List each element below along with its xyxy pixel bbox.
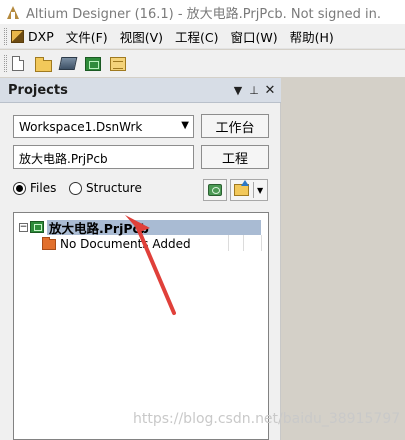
menu-file[interactable]: 文件(F) bbox=[60, 25, 114, 47]
panel-header: Projects ▼ ⊥ ✕ bbox=[0, 78, 281, 103]
dxp-icon bbox=[11, 29, 24, 43]
title-bar: Altium Designer (16.1) - 放大电路.PrjPcb. No… bbox=[0, 0, 405, 24]
watermark: https://blog.csdn.net/baidu_38915797 bbox=[133, 411, 401, 427]
library-icon bbox=[110, 56, 126, 71]
menu-bar: DXP 文件(F) 视图(V) 工程(C) 窗口(W) 帮助(H) bbox=[0, 24, 405, 49]
folder-icon bbox=[42, 236, 56, 250]
workbench-button[interactable]: 工作台 bbox=[201, 114, 269, 138]
close-icon[interactable]: ✕ bbox=[263, 83, 277, 98]
chip-icon bbox=[58, 57, 78, 70]
project-field[interactable]: 放大电路.PrjPcb bbox=[13, 145, 194, 169]
open-button[interactable] bbox=[32, 53, 54, 75]
menu-project[interactable]: 工程(C) bbox=[169, 25, 224, 47]
menu-window[interactable]: 窗口(W) bbox=[224, 25, 283, 47]
pcb-project-icon bbox=[30, 221, 44, 233]
library-button[interactable] bbox=[107, 53, 129, 75]
panel-title: Projects bbox=[8, 83, 68, 98]
menu-help[interactable]: 帮助(H) bbox=[284, 25, 340, 47]
project-options-button[interactable]: ▼ bbox=[230, 179, 268, 201]
chevron-down-icon[interactable]: ▼ bbox=[181, 120, 189, 131]
project-tree[interactable]: − 放大电路.PrjPcb No Documents Added bbox=[13, 212, 269, 440]
new-document-button[interactable] bbox=[7, 53, 29, 75]
toolbar bbox=[0, 50, 405, 77]
pcb-icon bbox=[85, 56, 101, 71]
tree-row-empty[interactable]: No Documents Added bbox=[42, 236, 191, 252]
menu-dxp[interactable]: DXP bbox=[7, 25, 60, 47]
open-folder-icon bbox=[34, 56, 52, 72]
radio-structure-dot[interactable] bbox=[69, 181, 82, 195]
tree-child-text: No Documents Added bbox=[60, 237, 191, 251]
window-title: Altium Designer (16.1) - 放大电路.PrjPcb. No… bbox=[26, 6, 382, 22]
project-button[interactable]: 工程 bbox=[201, 145, 269, 169]
pcb-button[interactable] bbox=[82, 53, 104, 75]
workspace-select[interactable]: Workspace1.DsnWrk ▼ bbox=[13, 115, 194, 138]
workspace-value: Workspace1.DsnWrk bbox=[19, 120, 143, 134]
component-button[interactable] bbox=[57, 53, 79, 75]
radio-structure-label: Structure bbox=[86, 181, 142, 195]
pin-icon[interactable]: ⊥ bbox=[247, 83, 261, 97]
folder-up-icon bbox=[234, 180, 249, 196]
menu-view[interactable]: 视图(V) bbox=[114, 25, 169, 47]
dropdown-arrow-icon[interactable]: ▼ bbox=[257, 186, 263, 195]
projects-panel: Projects ▼ ⊥ ✕ Workspace1.DsnWrk ▼ 工作台 放… bbox=[0, 78, 281, 440]
refresh-button[interactable] bbox=[203, 179, 227, 201]
radio-structure[interactable]: Structure bbox=[69, 181, 142, 195]
button-divider bbox=[253, 182, 254, 198]
tree-row-project[interactable]: − 放大电路.PrjPcb bbox=[19, 219, 261, 236]
tree-grid-lines bbox=[228, 235, 268, 251]
radio-files-label: Files bbox=[30, 181, 57, 195]
panel-menu-icon[interactable]: ▼ bbox=[231, 83, 245, 97]
refresh-icon bbox=[208, 184, 222, 196]
radio-files[interactable]: Files bbox=[13, 181, 56, 195]
new-document-icon bbox=[12, 56, 24, 71]
menu-dxp-label: DXP bbox=[28, 28, 54, 44]
radio-files-dot[interactable] bbox=[13, 181, 26, 195]
tree-project-name[interactable]: 放大电路.PrjPcb bbox=[47, 219, 261, 236]
collapse-icon[interactable]: − bbox=[19, 222, 28, 232]
altium-logo-icon bbox=[7, 5, 19, 19]
